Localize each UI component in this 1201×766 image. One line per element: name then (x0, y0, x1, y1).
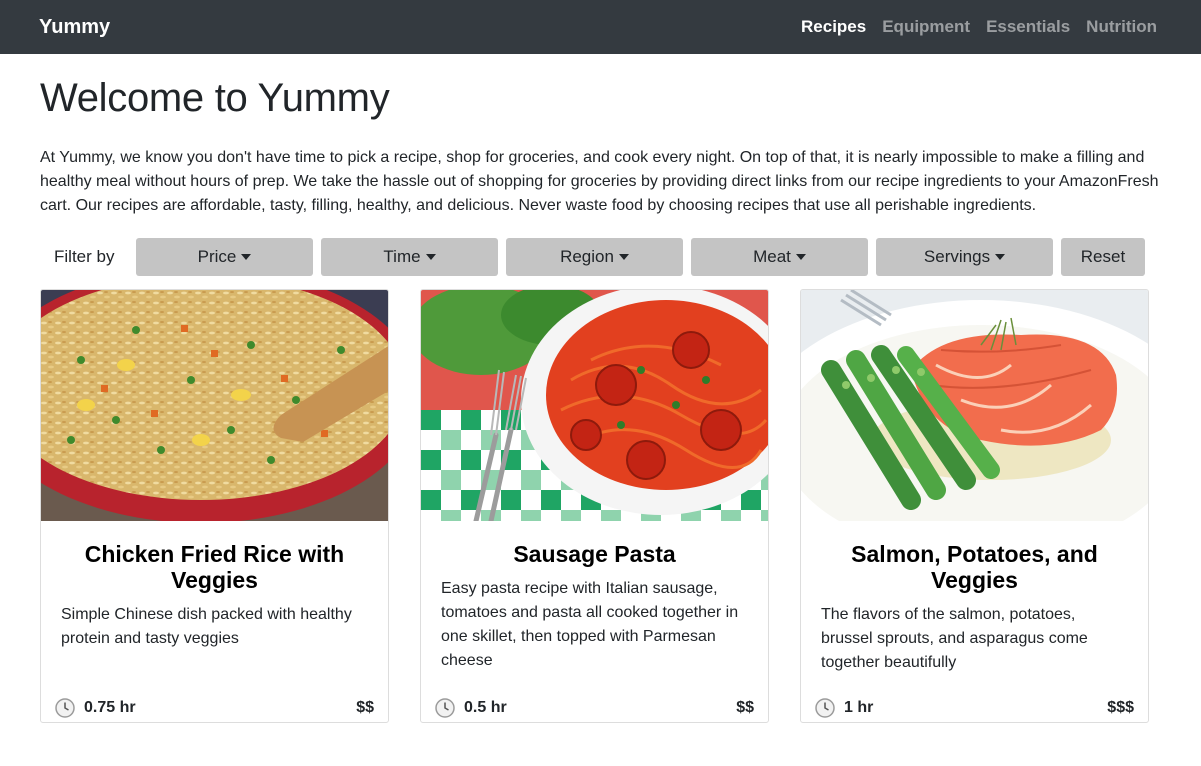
filter-bar: Filter by Price Time Region Meat Serving… (40, 238, 1161, 276)
recipe-cards: Chicken Fried Rice with Veggies Simple C… (40, 289, 1161, 723)
recipe-description: The flavors of the salmon, potatoes, bru… (821, 606, 1088, 671)
filter-label: Filter by (54, 247, 115, 266)
recipe-price: $$ (736, 699, 754, 716)
recipe-card[interactable]: Sausage Pasta Easy pasta recipe with Ita… (420, 289, 769, 723)
filter-servings-label: Servings (923, 247, 991, 266)
recipe-title[interactable]: Salmon, Potatoes, and Veggies (801, 541, 1148, 593)
filter-time-label: Time (383, 247, 421, 266)
clock-icon (815, 698, 835, 718)
caret-down-icon (241, 254, 252, 260)
reset-button[interactable]: Reset (1061, 238, 1145, 276)
recipe-footer: 1 hr $$$ (815, 696, 1134, 720)
recipe-footer: 0.5 hr $$ (435, 696, 754, 720)
recipe-time: 0.75 hr (55, 698, 136, 718)
nav-link-essentials[interactable]: Essentials (986, 17, 1070, 37)
nav-link-nutrition[interactable]: Nutrition (1086, 17, 1157, 37)
recipe-time-value: 0.75 hr (84, 699, 136, 716)
brand-logo[interactable]: Yummy (39, 16, 110, 39)
recipe-time: 0.5 hr (435, 698, 507, 718)
clock-icon (55, 698, 75, 718)
recipe-title[interactable]: Sausage Pasta (421, 541, 768, 567)
nav-link-equipment[interactable]: Equipment (882, 17, 970, 37)
filter-meat-label: Meat (753, 247, 791, 266)
caret-down-icon (618, 254, 629, 260)
filter-price-button[interactable]: Price (136, 238, 313, 276)
recipe-price: $$ (356, 699, 374, 716)
salmon-image[interactable] (801, 290, 1148, 521)
sausage-pasta-image[interactable] (421, 290, 768, 521)
clock-icon (435, 698, 455, 718)
caret-down-icon (995, 254, 1006, 260)
recipe-description: Easy pasta recipe with Italian sausage, … (441, 580, 739, 669)
caret-down-icon (795, 254, 806, 260)
navbar: Yummy Recipes Equipment Essentials Nutri… (0, 0, 1201, 54)
recipe-description: Simple Chinese dish packed with healthy … (61, 606, 352, 647)
recipe-footer: 0.75 hr $$ (55, 696, 374, 720)
recipe-title[interactable]: Chicken Fried Rice with Veggies (41, 541, 388, 593)
recipe-card[interactable]: Chicken Fried Rice with Veggies Simple C… (40, 289, 389, 723)
recipe-time: 1 hr (815, 698, 873, 718)
nav-link-recipes[interactable]: Recipes (801, 17, 866, 37)
filter-region-button[interactable]: Region (506, 238, 683, 276)
nav-links: Recipes Equipment Essentials Nutrition (801, 17, 1157, 37)
recipe-time-value: 1 hr (844, 699, 874, 716)
page-title: Welcome to Yummy (40, 76, 390, 120)
filter-time-button[interactable]: Time (321, 238, 498, 276)
filter-meat-button[interactable]: Meat (691, 238, 868, 276)
caret-down-icon (425, 254, 436, 260)
recipe-price: $$$ (1107, 699, 1134, 716)
recipe-card[interactable]: Salmon, Potatoes, and Veggies The flavor… (800, 289, 1149, 723)
recipe-time-value: 0.5 hr (464, 699, 507, 716)
intro-paragraph: At Yummy, we know you don't have time to… (40, 149, 1159, 214)
filter-servings-button[interactable]: Servings (876, 238, 1053, 276)
filter-price-label: Price (197, 247, 237, 266)
main-content: Welcome to Yummy At Yummy, we know you d… (0, 76, 1201, 723)
filter-region-label: Region (560, 247, 614, 266)
fried-rice-image[interactable] (41, 290, 388, 521)
